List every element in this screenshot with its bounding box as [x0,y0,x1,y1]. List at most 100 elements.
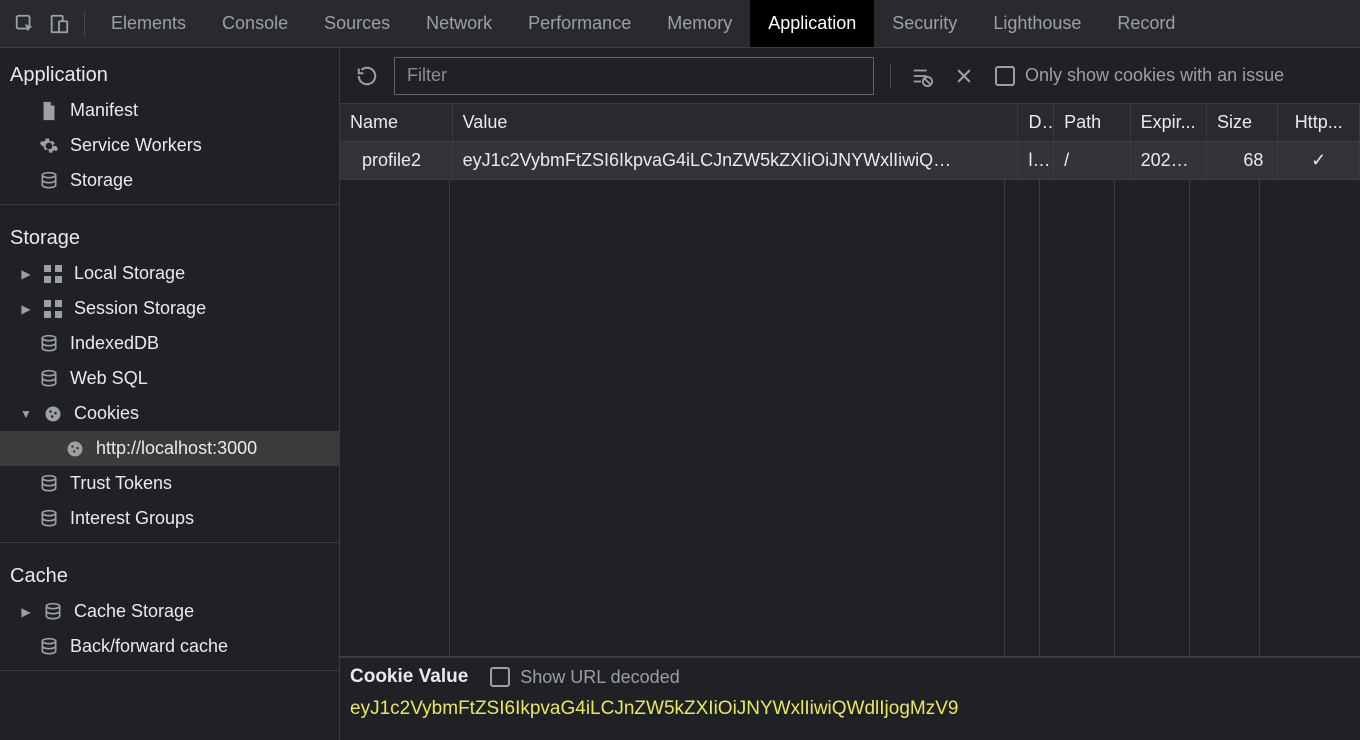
tab-elements[interactable]: Elements [93,0,204,47]
filter-input[interactable] [394,57,874,95]
expand-icon[interactable]: ▶ [20,302,32,316]
refresh-icon[interactable] [352,61,382,91]
label: Show URL decoded [520,667,679,688]
separator [84,12,85,36]
sidebar-item-cookie-origin[interactable]: http://localhost:3000 [0,431,339,466]
cell-path[interactable]: / [1054,142,1130,180]
sidebar-item-cache-storage[interactable]: ▶ Cache Storage [0,594,339,629]
show-url-decoded-checkbox[interactable]: Show URL decoded [490,667,679,688]
tab-security[interactable]: Security [874,0,975,47]
cookie-detail-pane: Cookie Value Show URL decoded eyJ1c2Vybm… [340,657,1360,740]
expand-icon[interactable]: ▶ [20,605,32,619]
header-row[interactable]: Name Value D.. Path Expir... Size Http..… [340,104,1360,142]
divider [0,542,339,543]
gear-icon [38,136,60,156]
only-issue-checkbox[interactable]: Only show cookies with an issue [995,65,1284,86]
section-storage: Storage [0,211,339,256]
col-name[interactable]: Name [340,104,452,142]
col-path[interactable]: Path [1054,104,1130,142]
database-icon [38,369,60,389]
divider [0,670,339,671]
database-icon [38,509,60,529]
tab-sources[interactable]: Sources [306,0,408,47]
cookies-table: Name Value D.. Path Expir... Size Http..… [340,104,1360,657]
tab-console[interactable]: Console [204,0,306,47]
cell-value[interactable]: eyJ1c2VybmFtZSI6IkpvaG4iLCJnZW5kZXIiOiJN… [452,142,1018,180]
checkbox-icon[interactable] [490,667,510,687]
sidebar-item-cookies[interactable]: ▼ Cookies [0,396,339,431]
sidebar-item-session-storage[interactable]: ▶ Session Storage [0,291,339,326]
grid-icon [42,265,64,283]
col-httponly[interactable]: Http... [1278,104,1360,142]
device-toolbar-icon[interactable] [42,7,76,41]
label: Manifest [70,100,138,121]
cookie-value-label: Cookie Value [350,666,468,688]
main-split: Application Manifest Service Workers Sto… [0,48,1360,740]
tab-network[interactable]: Network [408,0,510,47]
label: Web SQL [70,368,148,389]
grid-icon [42,300,64,318]
label: Interest Groups [70,508,194,529]
sidebar-item-storage[interactable]: Storage [0,163,339,198]
cell-name[interactable]: profile2 [340,142,452,180]
sidebar-item-manifest[interactable]: Manifest [0,93,339,128]
cell-http[interactable]: ✓ [1278,142,1360,180]
sidebar-item-bf-cache[interactable]: Back/forward cache [0,629,339,664]
sidebar-item-trust-tokens[interactable]: Trust Tokens [0,466,339,501]
grid[interactable]: Name Value D.. Path Expir... Size Http..… [340,104,1360,180]
label: Back/forward cache [70,636,228,657]
label: Only show cookies with an issue [1025,65,1284,86]
cookie-icon [42,404,64,424]
label: Local Storage [74,263,185,284]
cell-expires[interactable]: 2023… [1130,142,1206,180]
tab-application[interactable]: Application [750,0,874,47]
tab-performance[interactable]: Performance [510,0,649,47]
inspect-element-icon[interactable] [8,7,42,41]
label: IndexedDB [70,333,159,354]
delete-icon[interactable] [949,61,979,91]
tab-record[interactable]: Record [1099,0,1193,47]
col-value[interactable]: Value [452,104,1018,142]
section-application: Application [0,48,339,93]
sidebar-item-interest-groups[interactable]: Interest Groups [0,501,339,536]
col-size[interactable]: Size [1207,104,1278,142]
empty-grid-area[interactable] [340,180,1360,657]
label: Storage [70,170,133,191]
section-cache: Cache [0,549,339,594]
clear-all-icon[interactable] [907,61,937,91]
database-icon [38,637,60,657]
label: Cache Storage [74,601,194,622]
label: Cookies [74,403,139,424]
sidebar-item-indexeddb[interactable]: IndexedDB [0,326,339,361]
database-icon [38,334,60,354]
checkbox-icon[interactable] [995,66,1015,86]
cookie-icon [64,439,86,459]
devtools-tabbar: ElementsConsoleSourcesNetworkPerformance… [0,0,1360,48]
cookies-panel: Only show cookies with an issue Name Val… [340,48,1360,740]
divider [0,204,339,205]
sidebar-item-service-workers[interactable]: Service Workers [0,128,339,163]
table-row[interactable]: profile2 eyJ1c2VybmFtZSI6IkpvaG4iLCJnZW5… [340,142,1360,180]
cell-size[interactable]: 68 [1207,142,1278,180]
cookies-toolbar: Only show cookies with an issue [340,48,1360,104]
label: Trust Tokens [70,473,172,494]
col-domain[interactable]: D.. [1018,104,1054,142]
tab-memory[interactable]: Memory [649,0,750,47]
tabs-container: ElementsConsoleSourcesNetworkPerformance… [93,0,1193,47]
database-icon [42,602,64,622]
application-sidebar[interactable]: Application Manifest Service Workers Sto… [0,48,340,740]
database-icon [38,171,60,191]
sidebar-item-local-storage[interactable]: ▶ Local Storage [0,256,339,291]
tab-lighthouse[interactable]: Lighthouse [975,0,1099,47]
cell-domain[interactable]: l… [1018,142,1054,180]
expand-icon[interactable]: ▶ [20,267,32,281]
cookie-value-text[interactable]: eyJ1c2VybmFtZSI6IkpvaG4iLCJnZW5kZXIiOiJN… [350,698,1350,720]
collapse-icon[interactable]: ▼ [20,407,32,421]
label: Session Storage [74,298,206,319]
sidebar-item-websql[interactable]: Web SQL [0,361,339,396]
database-icon [38,474,60,494]
col-expires[interactable]: Expir... [1130,104,1206,142]
label: http://localhost:3000 [96,438,257,459]
file-icon [38,101,60,121]
separator [890,63,891,89]
